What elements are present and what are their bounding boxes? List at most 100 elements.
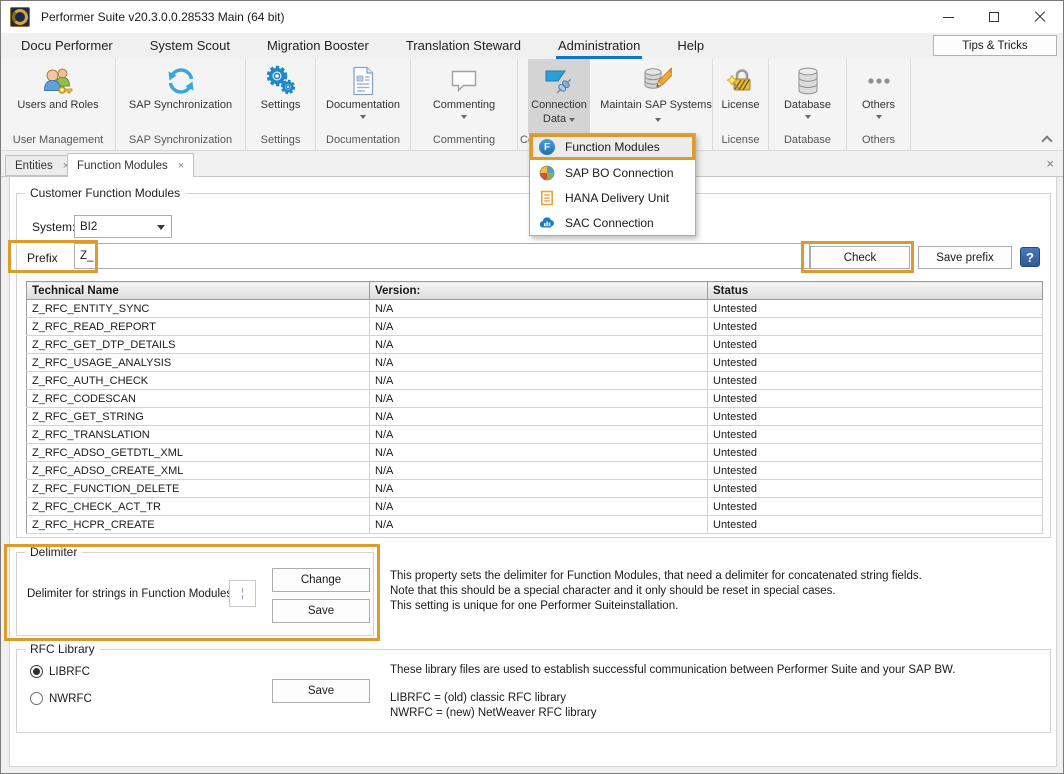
menu-item-hana-delivery-unit[interactable]: HANA Delivery Unit <box>530 185 695 210</box>
tips-and-tricks-button[interactable]: Tips & Tricks <box>933 35 1057 56</box>
cell-technical-name[interactable]: Z_RFC_ADSO_GETDTL_XML <box>27 444 370 462</box>
menu-tab-system-scout[interactable]: System Scout <box>148 33 232 59</box>
cell-technical-name[interactable]: Z_RFC_HCPR_CREATE <box>27 516 370 534</box>
cell-version[interactable]: N/A <box>370 390 708 408</box>
table-row[interactable]: Z_RFC_FUNCTION_DELETE N/A Untested <box>27 480 1043 498</box>
ribbon-group-sap-synchronization: SAP Synchronization SAP Synchronization <box>116 59 246 150</box>
cell-status[interactable]: Untested <box>708 318 1043 336</box>
cell-technical-name[interactable]: Z_RFC_USAGE_ANALYSIS <box>27 354 370 372</box>
cell-technical-name[interactable]: Z_RFC_FUNCTION_DELETE <box>27 480 370 498</box>
cell-version[interactable]: N/A <box>370 426 708 444</box>
cell-technical-name[interactable]: Z_RFC_READ_REPORT <box>27 318 370 336</box>
close-button[interactable] <box>1017 1 1063 33</box>
cell-technical-name[interactable]: Z_RFC_ADSO_CREATE_XML <box>27 462 370 480</box>
maximize-icon <box>989 12 999 22</box>
document-icon <box>346 64 380 98</box>
menu-item-sap-bo-connection[interactable]: SAP BO Connection <box>530 160 695 185</box>
save-prefix-button[interactable]: Save prefix <box>918 246 1012 269</box>
table-row[interactable]: Z_RFC_CHECK_ACT_TR N/A Untested <box>27 498 1043 516</box>
cell-version[interactable]: N/A <box>370 408 708 426</box>
menu-tab-help[interactable]: Help <box>675 33 706 59</box>
minimize-button[interactable] <box>925 1 971 33</box>
strip-close-icon[interactable]: × <box>1046 157 1054 170</box>
license-button[interactable]: License <box>715 59 767 134</box>
cell-status[interactable]: Untested <box>708 390 1043 408</box>
table-row[interactable]: Z_RFC_CODESCAN N/A Untested <box>27 390 1043 408</box>
cell-version[interactable]: N/A <box>370 372 708 390</box>
help-icon[interactable]: ? <box>1020 247 1040 267</box>
cell-status[interactable]: Untested <box>708 372 1043 390</box>
cell-version[interactable]: N/A <box>370 336 708 354</box>
cell-version[interactable]: N/A <box>370 318 708 336</box>
users-and-roles-button[interactable]: Users and Roles <box>10 59 106 134</box>
cell-technical-name[interactable]: Z_RFC_ENTITY_SYNC <box>27 300 370 318</box>
cell-version[interactable]: N/A <box>370 498 708 516</box>
rfc-save-button[interactable]: Save <box>272 679 370 703</box>
column-technical-name[interactable]: Technical Name <box>27 282 370 300</box>
radio-librfc[interactable]: LIBRFC <box>30 665 90 678</box>
commenting-button[interactable]: Commenting <box>420 59 508 134</box>
menu-tab-administration[interactable]: Administration <box>556 33 642 59</box>
cell-version[interactable]: N/A <box>370 462 708 480</box>
sac-connection-icon <box>539 215 555 231</box>
table-row[interactable]: Z_RFC_GET_STRING N/A Untested <box>27 408 1043 426</box>
delimiter-change-button[interactable]: Change <box>272 568 370 592</box>
documentation-button[interactable]: Documentation <box>319 59 407 134</box>
table-row[interactable]: Z_RFC_GET_DTP_DETAILS N/A Untested <box>27 336 1043 354</box>
maximize-button[interactable] <box>971 1 1017 33</box>
cell-status[interactable]: Untested <box>708 336 1043 354</box>
cell-technical-name[interactable]: Z_RFC_AUTH_CHECK <box>27 372 370 390</box>
menu-tab-docu-performer[interactable]: Docu Performer <box>19 33 115 59</box>
cell-version[interactable]: N/A <box>370 480 708 498</box>
column-status[interactable]: Status <box>708 282 1043 300</box>
cell-status[interactable]: Untested <box>708 300 1043 318</box>
table-row[interactable]: Z_RFC_ENTITY_SYNC N/A Untested <box>27 300 1043 318</box>
cell-status[interactable]: Untested <box>708 444 1043 462</box>
table-row[interactable]: Z_RFC_HCPR_CREATE N/A Untested <box>27 516 1043 534</box>
menu-item-sac-connection[interactable]: SAC Connection <box>530 210 695 235</box>
tab-close-icon[interactable]: × <box>178 160 184 172</box>
cell-version[interactable]: N/A <box>370 300 708 318</box>
cell-technical-name[interactable]: Z_RFC_GET_DTP_DETAILS <box>27 336 370 354</box>
cell-technical-name[interactable]: Z_RFC_CHECK_ACT_TR <box>27 498 370 516</box>
column-version[interactable]: Version: <box>370 282 708 300</box>
tab-function-modules[interactable]: Function Modules × <box>67 153 194 177</box>
delimiter-save-button[interactable]: Save <box>272 599 370 623</box>
cell-status[interactable]: Untested <box>708 462 1043 480</box>
check-button[interactable]: Check <box>810 246 910 269</box>
cell-version[interactable]: N/A <box>370 354 708 372</box>
menu-item-function-modules[interactable]: F Function Modules <box>530 134 695 160</box>
cell-technical-name[interactable]: Z_RFC_GET_STRING <box>27 408 370 426</box>
system-select[interactable]: BI2 <box>74 215 172 238</box>
database-button[interactable]: Database <box>774 59 842 134</box>
cell-status[interactable]: Untested <box>708 516 1043 534</box>
menu-tab-migration-booster[interactable]: Migration Booster <box>265 33 371 59</box>
cell-status[interactable]: Untested <box>708 354 1043 372</box>
delimiter-description: This property sets the delimiter for Fun… <box>390 569 922 614</box>
cell-status[interactable]: Untested <box>708 498 1043 516</box>
table-row[interactable]: Z_RFC_USAGE_ANALYSIS N/A Untested <box>27 354 1043 372</box>
table-row[interactable]: Z_RFC_ADSO_GETDTL_XML N/A Untested <box>27 444 1043 462</box>
ribbon-group-settings: Settings Settings <box>246 59 316 150</box>
cell-technical-name[interactable]: Z_RFC_TRANSLATION <box>27 426 370 444</box>
table-row[interactable]: Z_RFC_ADSO_CREATE_XML N/A Untested <box>27 462 1043 480</box>
table-row[interactable]: Z_RFC_READ_REPORT N/A Untested <box>27 318 1043 336</box>
cell-version[interactable]: N/A <box>370 444 708 462</box>
settings-button[interactable]: Settings <box>250 59 312 134</box>
prefix-input[interactable]: Z_ <box>74 243 810 269</box>
others-button[interactable]: Others <box>851 59 907 134</box>
maintain-sap-systems-button[interactable]: Maintain SAP Systems <box>600 59 712 134</box>
connection-data-dropdown-menu: F Function Modules SAP BO Connection <box>529 133 696 236</box>
cell-technical-name[interactable]: Z_RFC_CODESCAN <box>27 390 370 408</box>
connection-data-button[interactable]: Connection Data <box>528 59 590 134</box>
menu-tab-translation-steward[interactable]: Translation Steward <box>404 33 523 59</box>
cell-status[interactable]: Untested <box>708 426 1043 444</box>
table-row[interactable]: Z_RFC_TRANSLATION N/A Untested <box>27 426 1043 444</box>
cell-version[interactable]: N/A <box>370 516 708 534</box>
window-title: Performer Suite v20.3.0.0.28533 Main (64… <box>41 10 284 24</box>
cell-status[interactable]: Untested <box>708 480 1043 498</box>
table-row[interactable]: Z_RFC_AUTH_CHECK N/A Untested <box>27 372 1043 390</box>
sap-synchronization-button[interactable]: SAP Synchronization <box>120 59 242 134</box>
radio-nwrfc[interactable]: NWRFC <box>30 692 92 705</box>
cell-status[interactable]: Untested <box>708 408 1043 426</box>
